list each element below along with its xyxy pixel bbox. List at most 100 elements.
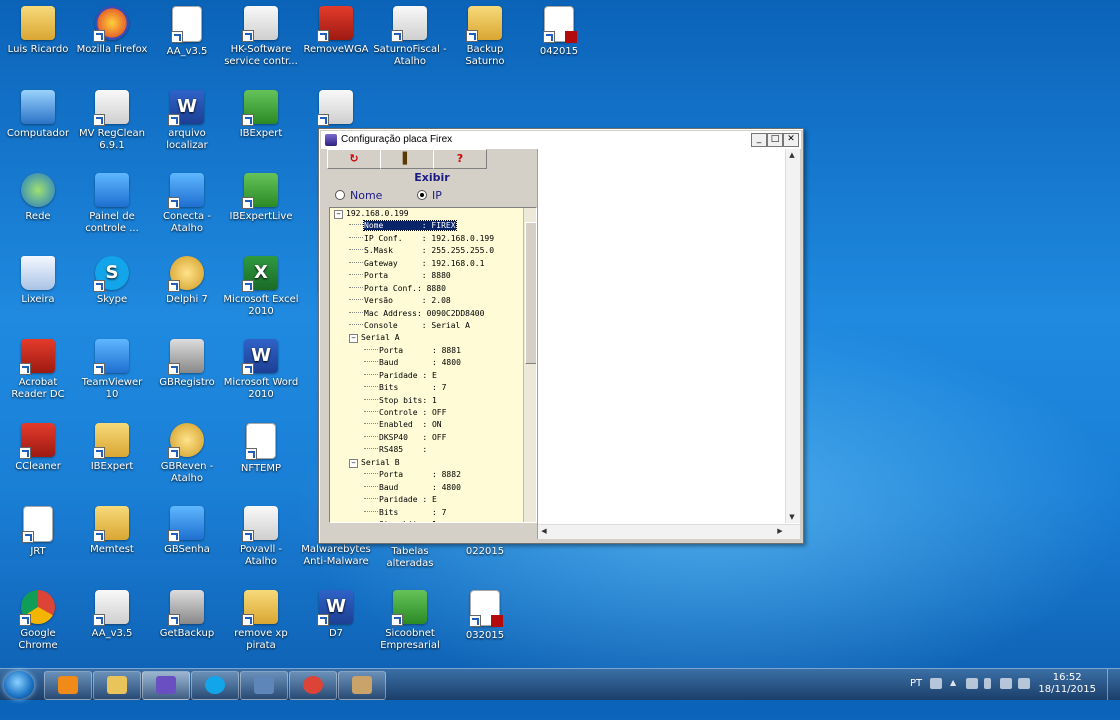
desktop-icon[interactable]: Memtest	[74, 506, 150, 556]
tree-node[interactable]: DKSP40 : OFF	[330, 432, 522, 444]
refresh-button[interactable]: ↻	[327, 149, 381, 169]
close-button[interactable]: ✕	[783, 133, 799, 147]
taskbar-app-button[interactable]	[93, 671, 141, 700]
tree-node[interactable]: Stop bits: 1	[330, 519, 522, 523]
taskbar-app-button[interactable]	[191, 671, 239, 700]
desktop-icon[interactable]: WD7	[298, 590, 374, 640]
tree-node[interactable]: Console : Serial A	[330, 320, 522, 332]
desktop-icon[interactable]: CCleaner	[0, 423, 76, 473]
minimize-button[interactable]: _	[751, 133, 767, 147]
collapse-icon[interactable]: −	[349, 459, 358, 468]
tree-node[interactable]: Porta : 8881	[330, 345, 522, 357]
tree-node[interactable]: −192.168.0.199	[330, 208, 522, 220]
tree-node[interactable]: Versão : 2.08	[330, 295, 522, 307]
taskbar-app-button[interactable]	[338, 671, 386, 700]
taskbar-app-button[interactable]	[44, 671, 92, 700]
tree-node[interactable]: Mac Address: 0090C2DD8400	[330, 308, 522, 320]
tree-node[interactable]: Baud : 4800	[330, 357, 522, 369]
collapse-icon[interactable]: −	[349, 334, 358, 343]
desktop-icon[interactable]: IBExpert	[223, 90, 299, 140]
scroll-right-icon[interactable]: ▶	[774, 525, 786, 537]
radio-circle[interactable]	[417, 190, 427, 200]
show-desktop-button[interactable]	[1107, 669, 1120, 700]
desktop-icon[interactable]: HK-Software service contr...	[223, 6, 299, 68]
desktop-icon[interactable]: SaturnoFiscal - Atalho	[372, 6, 448, 68]
tree-node[interactable]: RS485 :	[330, 444, 522, 456]
desktop-icon[interactable]: Sicoobnet Empresarial	[372, 590, 448, 652]
desktop-icon[interactable]: NFTEMP	[223, 423, 299, 475]
start-button[interactable]	[4, 671, 34, 699]
tree-node[interactable]: Controle : OFF	[330, 407, 522, 419]
tree-node[interactable]: Porta : 8880	[330, 270, 522, 282]
desktop-icon[interactable]: TeamViewer 10	[74, 339, 150, 401]
tree-node[interactable]: −Serial B	[330, 457, 522, 469]
desktop-icon[interactable]: GBSenha	[149, 506, 225, 556]
tree-node[interactable]: Bits : 7	[330, 382, 522, 394]
tree-node[interactable]: Gateway : 192.168.0.1	[330, 258, 522, 270]
desktop-icon[interactable]: AA_v3.5	[74, 590, 150, 640]
desktop-icon[interactable]: GBReven - Atalho	[149, 423, 225, 485]
radio-circle[interactable]	[335, 190, 345, 200]
desktop-icon[interactable]: Rede	[0, 173, 76, 223]
taskbar-app-button[interactable]	[289, 671, 337, 700]
tree-node[interactable]: Porta Conf.: 8880	[330, 283, 522, 295]
network-signal-icon[interactable]	[1000, 678, 1012, 689]
help-button[interactable]: ?	[433, 149, 487, 169]
desktop-icon[interactable]: MV RegClean 6.9.1	[74, 90, 150, 152]
tree-node[interactable]: Paridade : E	[330, 370, 522, 382]
desktop-icon[interactable]: GetBackup	[149, 590, 225, 640]
desktop-icon[interactable]: remove xp pirata	[223, 590, 299, 652]
scroll-thumb[interactable]	[525, 222, 537, 364]
desktop-icon[interactable]: RemoveWGA	[298, 6, 374, 56]
tree-node[interactable]: S.Mask : 255.255.255.0	[330, 245, 522, 257]
tree-node[interactable]: Paridade : E	[330, 494, 522, 506]
title-bar[interactable]: Configuração placa Firex _ □ ✕	[321, 131, 801, 149]
tree-node[interactable]: Bits : 7	[330, 507, 522, 519]
tree-node[interactable]: IP Conf. : 192.168.0.199	[330, 233, 522, 245]
clock[interactable]: 16:52 18/11/2015	[1038, 672, 1096, 696]
scroll-left-icon[interactable]: ◀	[538, 525, 550, 537]
volume-icon[interactable]	[1018, 678, 1030, 689]
firex-config-window[interactable]: Configuração placa Firex _ □ ✕ ↻ ▌ ? Exi…	[318, 128, 804, 544]
tree-vertical-scrollbar[interactable]	[523, 208, 536, 522]
desktop-icon[interactable]: 032015	[447, 590, 523, 642]
details-vertical-scrollbar[interactable]: ▲ ▼	[785, 149, 800, 523]
desktop-icon[interactable]: XMicrosoft Excel 2010	[223, 256, 299, 318]
desktop-icon[interactable]: Backup Saturno	[447, 6, 523, 68]
desktop-icon[interactable]: SSkype	[74, 256, 150, 306]
tree-node[interactable]: Enabled : ON	[330, 419, 522, 431]
desktop-icon[interactable]: JRT	[0, 506, 76, 558]
desktop-icon[interactable]: Conecta - Atalho	[149, 173, 225, 235]
tree-node[interactable]: Porta : 8882	[330, 469, 522, 481]
radio-nome[interactable]: Nome	[335, 189, 382, 202]
collapse-icon[interactable]: −	[334, 210, 343, 219]
scroll-up-icon[interactable]: ▲	[786, 149, 798, 161]
desktop-icon[interactable]: Luis Ricardo	[0, 6, 76, 56]
language-indicator[interactable]: PT	[910, 678, 922, 689]
flag-icon[interactable]	[966, 678, 978, 689]
exit-button[interactable]: ▌	[380, 149, 434, 169]
maximize-button[interactable]: □	[767, 133, 783, 147]
desktop-icon[interactable]: Painel de controle ...	[74, 173, 150, 235]
tree-node[interactable]: Nome : FIREX	[330, 220, 522, 232]
show-hidden-icons-icon[interactable]: ▲	[950, 678, 956, 689]
desktop-icon[interactable]: AA_v3.5	[149, 6, 225, 58]
desktop-icon[interactable]: Acrobat Reader DC	[0, 339, 76, 401]
desktop-icon[interactable]: Computador	[0, 90, 76, 140]
tree-node[interactable]: Baud : 4800	[330, 482, 522, 494]
desktop-icon[interactable]: GBRegistro	[149, 339, 225, 389]
desktop-icon[interactable]: Mozilla Firefox	[74, 6, 150, 56]
radio-ip[interactable]: IP	[417, 189, 442, 202]
taskbar-app-button[interactable]	[142, 671, 190, 700]
desktop-icon[interactable]: Delphi 7	[149, 256, 225, 306]
taskbar-app-button[interactable]	[240, 671, 288, 700]
battery-icon[interactable]	[984, 678, 991, 689]
desktop-icon[interactable]: WMicrosoft Word 2010	[223, 339, 299, 401]
details-horizontal-scrollbar[interactable]: ◀ ▶	[538, 524, 800, 539]
desktop-icon[interactable]: Lixeira	[0, 256, 76, 306]
tree-node[interactable]: −Serial A	[330, 332, 522, 344]
desktop-icon[interactable]: IBExpert	[74, 423, 150, 473]
desktop-icon[interactable]: Povavll - Atalho	[223, 506, 299, 568]
tree-node[interactable]: Stop bits: 1	[330, 395, 522, 407]
desktop-icon[interactable]: Google Chrome	[0, 590, 76, 652]
